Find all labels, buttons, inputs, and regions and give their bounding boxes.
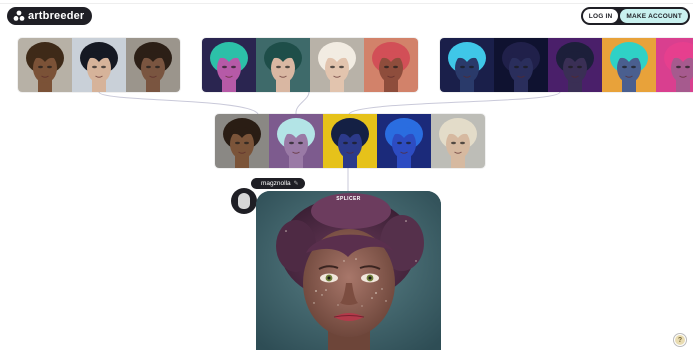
thumbnail-image: [364, 38, 418, 92]
make-account-button[interactable]: MAKE ACCOUNT: [620, 9, 688, 23]
creator-pill[interactable]: magznolla ✎: [251, 178, 305, 189]
thumbnail-image: [377, 114, 431, 168]
thumbnail-portrait-parent-blue[interactable]: [377, 114, 431, 168]
artbreeder-logo[interactable]: artbreeder: [7, 7, 93, 25]
splicer-label: SPLICER: [336, 196, 361, 202]
parent-strip-middle: [202, 38, 418, 92]
thumbnail-image: [215, 114, 269, 168]
main-portrait-image: [256, 191, 441, 350]
thumbnail-portrait-parent-blonde[interactable]: [431, 114, 485, 168]
thumbnail-image: [18, 38, 72, 92]
thumbnail-portrait-neon-colorful[interactable]: [202, 38, 256, 92]
thumbnail-image: [72, 38, 126, 92]
thumbnail-portrait-teal-short-hair[interactable]: [256, 38, 310, 92]
thumbnail-image: [431, 114, 485, 168]
thumbnail-portrait-neon-blue[interactable]: [440, 38, 494, 92]
login-button[interactable]: LOG IN: [582, 9, 619, 23]
main-image-card[interactable]: SPLICER: [256, 191, 441, 350]
artbreeder-page: artbreeder LOG IN MAKE ACCOUNT magznolla…: [0, 0, 693, 350]
top-divider: [0, 3, 693, 4]
help-icon: ?: [675, 335, 685, 345]
thumbnail-portrait-coral-curls[interactable]: [364, 38, 418, 92]
artbreeder-logo-icon: [13, 10, 25, 21]
thumbnail-image: [494, 38, 548, 92]
thumbnail-portrait-curly-brown-hair[interactable]: [18, 38, 72, 92]
thumbnail-portrait-neon-pink[interactable]: [656, 38, 693, 92]
thumbnail-portrait-parent-neon-yellow[interactable]: [323, 114, 377, 168]
thumbnail-image: [126, 38, 180, 92]
logo-text: artbreeder: [28, 10, 85, 22]
creator-username: magznolla: [261, 180, 291, 187]
thumbnail-image: [656, 38, 693, 92]
thumbnail-image: [202, 38, 256, 92]
help-button[interactable]: ?: [673, 333, 687, 347]
thumbnail-image: [310, 38, 364, 92]
parent-strip-left: [18, 38, 180, 92]
thumbnail-image: [323, 114, 377, 168]
parents-strip: [215, 114, 485, 168]
thumbnail-image: [602, 38, 656, 92]
thumbnail-portrait-dark-hair-pale[interactable]: [72, 38, 126, 92]
edit-icon[interactable]: ✎: [294, 180, 299, 187]
thumbnail-portrait-neon-purple[interactable]: [548, 38, 602, 92]
thumbnail-portrait-dark-curly[interactable]: [126, 38, 180, 92]
thumbnail-image: [269, 114, 323, 168]
thumbnail-image: [256, 38, 310, 92]
avatar[interactable]: [231, 188, 257, 214]
thumbnail-image: [548, 38, 602, 92]
thumbnail-image: [440, 38, 494, 92]
thumbnail-portrait-platinum-curls[interactable]: [310, 38, 364, 92]
parent-strip-right: [440, 38, 693, 92]
avatar-image: [238, 193, 250, 209]
auth-buttons: LOG IN MAKE ACCOUNT: [580, 7, 690, 25]
thumbnail-portrait-neon-turquoise[interactable]: [602, 38, 656, 92]
thumbnail-portrait-parent-pastel[interactable]: [269, 114, 323, 168]
thumbnail-portrait-parent-brown[interactable]: [215, 114, 269, 168]
thumbnail-portrait-dark-navy[interactable]: [494, 38, 548, 92]
